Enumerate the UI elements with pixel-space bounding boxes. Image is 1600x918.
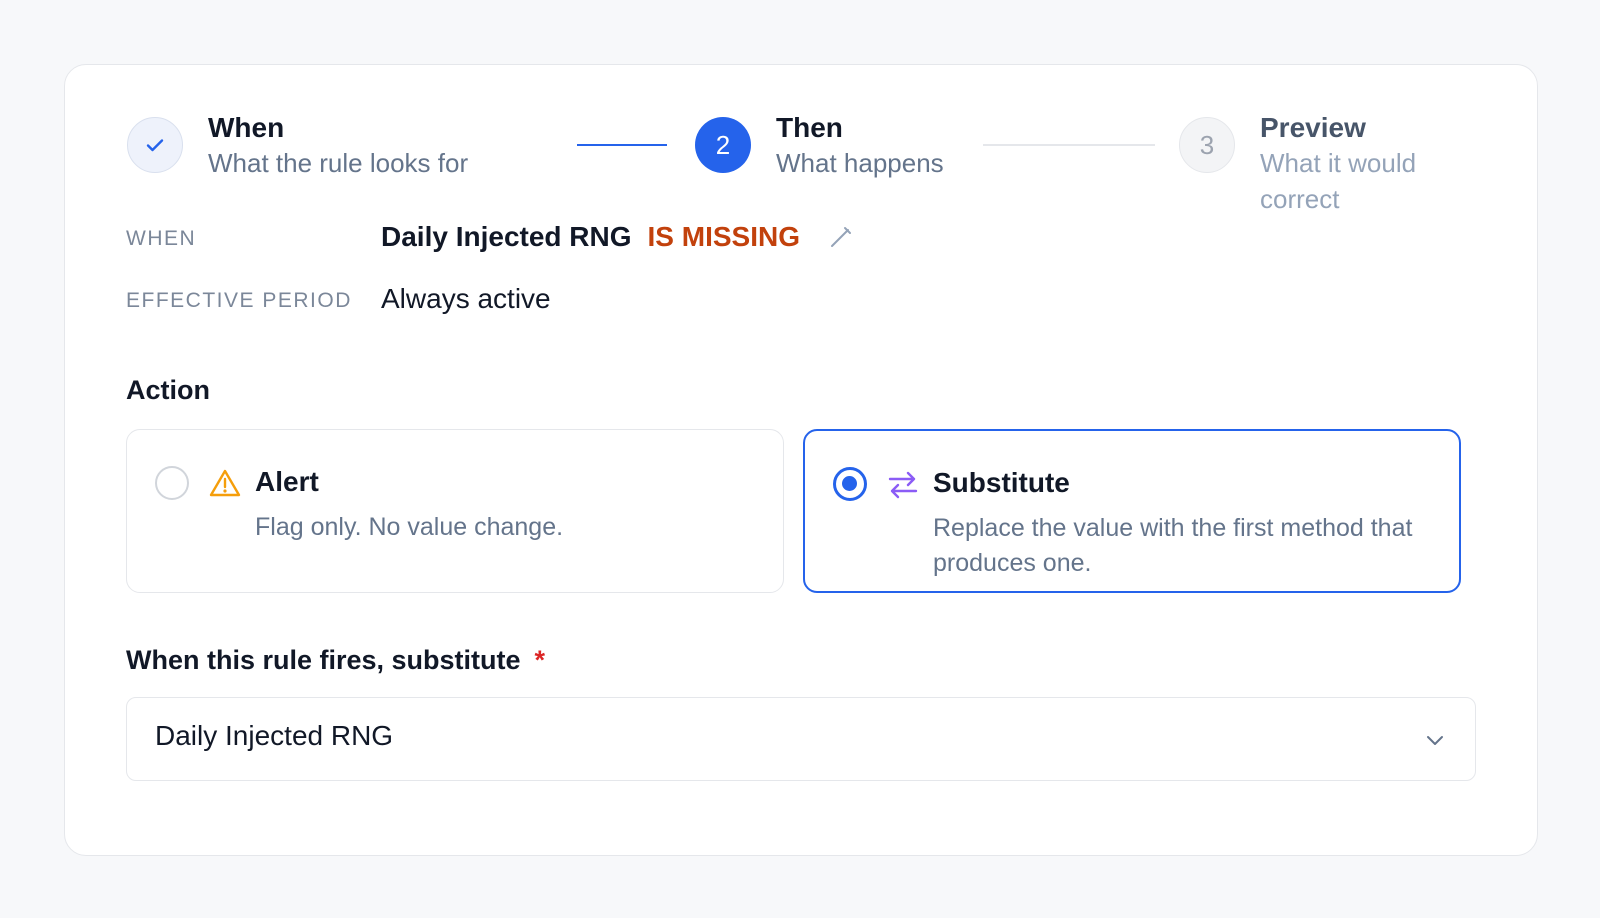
chevron-down-icon xyxy=(1427,736,1443,745)
step-title: Then xyxy=(776,112,843,143)
step-title: When xyxy=(208,112,285,143)
action-option-substitute[interactable]: Substitute Replace the value with the fi… xyxy=(803,429,1461,593)
substitute-field-label: When this rule fires, substitute * xyxy=(126,645,545,676)
step-connector xyxy=(577,144,667,146)
rule-operator: IS MISSING xyxy=(647,221,800,252)
action-heading: Action xyxy=(126,375,210,405)
required-marker: * xyxy=(534,645,546,675)
warning-icon xyxy=(209,469,241,497)
step-complete-check-icon xyxy=(127,117,183,173)
rule-editor-card: When What the rule looks for 2 Then What… xyxy=(64,64,1538,856)
substitute-label-text: When this rule fires, substitute xyxy=(126,645,521,675)
option-title: Substitute xyxy=(933,467,1070,498)
substitute-radio[interactable] xyxy=(833,467,867,501)
step-preview[interactable]: 3 Preview What it would correct xyxy=(1179,111,1477,217)
pencil-icon[interactable] xyxy=(828,224,854,250)
stepper: When What the rule looks for 2 Then What… xyxy=(127,111,1477,214)
step-subtitle: What it would correct xyxy=(1260,148,1417,214)
step-when[interactable]: When What the rule looks for xyxy=(127,111,468,181)
step-number: 2 xyxy=(695,117,751,173)
step-connector xyxy=(983,144,1155,146)
option-description: Replace the value with the first method … xyxy=(933,514,1413,577)
step-subtitle: What happens xyxy=(776,148,944,178)
alert-radio[interactable] xyxy=(155,466,189,500)
effective-period-value: Always active xyxy=(381,283,551,314)
substitute-method-select[interactable]: Daily Injected RNG xyxy=(126,697,1476,781)
step-subtitle: What the rule looks for xyxy=(208,148,469,178)
rule-source: Daily Injected RNG xyxy=(381,221,632,252)
option-title: Alert xyxy=(255,466,319,497)
step-title: Preview xyxy=(1260,112,1366,143)
when-label: WHEN xyxy=(126,227,197,250)
step-number: 3 xyxy=(1179,117,1235,173)
effective-period-label: EFFECTIVE PERIOD xyxy=(126,289,352,312)
select-value: Daily Injected RNG xyxy=(155,720,394,751)
action-option-alert[interactable]: Alert Flag only. No value change. xyxy=(126,429,784,593)
step-then[interactable]: 2 Then What happens xyxy=(695,111,944,181)
swap-arrows-icon xyxy=(888,471,918,499)
option-description: Flag only. No value change. xyxy=(255,513,564,541)
rule-condition: Daily Injected RNG IS MISSING xyxy=(381,221,854,253)
